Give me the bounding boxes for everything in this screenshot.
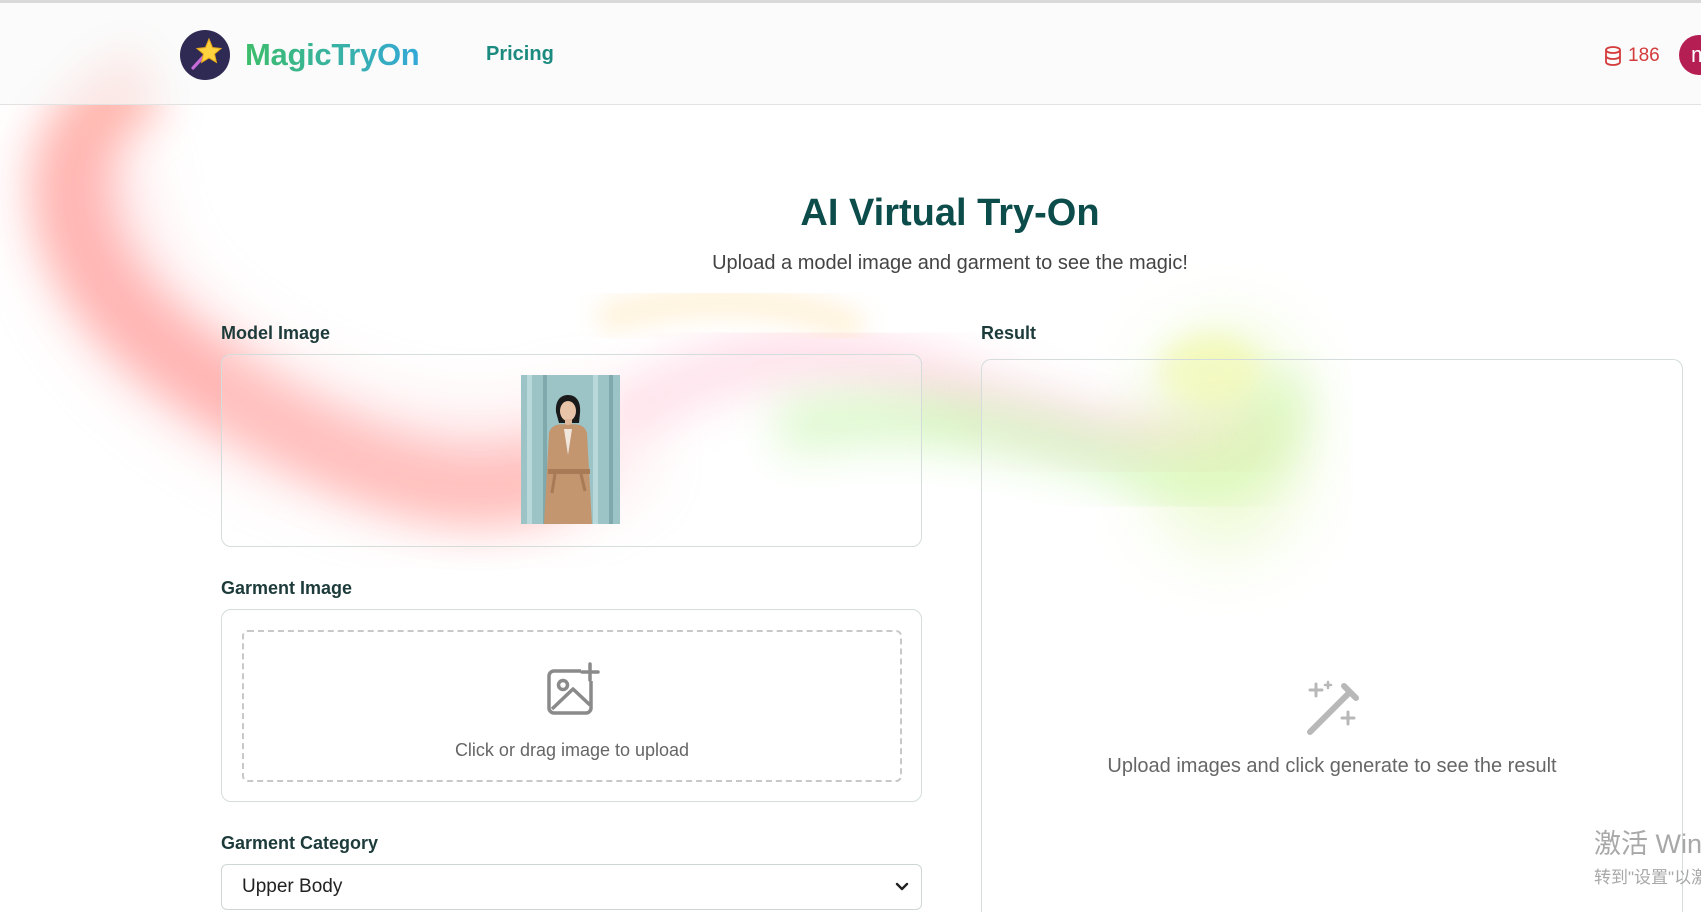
garment-category-select[interactable]: Upper Body: [221, 864, 922, 910]
chevron-down-icon: [895, 882, 909, 891]
model-image-card[interactable]: [221, 354, 922, 547]
image-plus-icon: [547, 662, 600, 715]
credits-display[interactable]: 186: [1604, 45, 1660, 67]
garment-category-label: Garment Category: [221, 833, 379, 853]
result-placeholder-text: Upload images and click generate to see …: [1107, 755, 1557, 777]
model-image-label: Model Image: [221, 323, 331, 343]
page: MagicTryOn Pricing 186 m AI Virtual Try-…: [0, 0, 1701, 912]
nav-pricing-link[interactable]: Pricing: [486, 43, 554, 66]
upload-instruction: Click or drag image to upload: [454, 740, 690, 760]
model-photo: [521, 375, 620, 524]
magic-wand-sparkles-icon: [1307, 680, 1359, 735]
credits-count: 186: [1628, 45, 1660, 66]
garment-category-value: Upper Body: [242, 876, 343, 897]
database-coins-icon: [1605, 46, 1621, 66]
garment-image-card: Click or drag image to upload: [221, 609, 922, 802]
garment-upload-dropzone[interactable]: Click or drag image to upload: [242, 630, 902, 782]
brand-logo-text[interactable]: MagicTryOn: [245, 37, 420, 73]
page-subtitle: Upload a model image and garment to see …: [712, 252, 1188, 274]
header: MagicTryOn Pricing 186 m: [0, 3, 1701, 105]
result-label: Result: [981, 323, 1037, 343]
garment-image-label: Garment Image: [221, 578, 353, 598]
page-title: AI Virtual Try-On: [800, 192, 1100, 234]
top-edge: [0, 0, 1701, 3]
model-image-thumbnail[interactable]: [521, 375, 620, 524]
user-avatar[interactable]: m: [1679, 35, 1701, 75]
magic-wand-star-icon[interactable]: [179, 29, 231, 81]
result-panel: Upload images and click generate to see …: [981, 359, 1683, 912]
